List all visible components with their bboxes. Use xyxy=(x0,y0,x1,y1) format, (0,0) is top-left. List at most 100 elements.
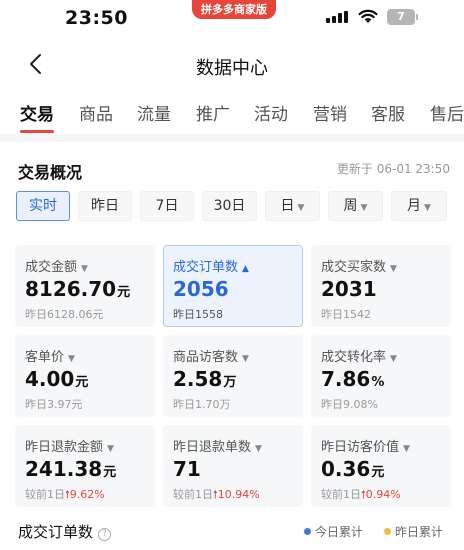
signal-icon xyxy=(326,11,348,23)
metric-sub: 较前1日🠕10.94% xyxy=(173,486,260,505)
legend-dot xyxy=(384,528,391,535)
wifi-icon xyxy=(358,9,378,23)
tab-goods[interactable]: 商品 xyxy=(79,100,113,125)
metric-label-wrap: 成交买家数 ▼ xyxy=(321,256,397,275)
metric-label-wrap: 客单价 ▼ xyxy=(25,346,75,365)
help-icon[interactable]: ? xyxy=(98,528,112,541)
chevron-down-icon: ▼ xyxy=(81,264,88,274)
metric-label: 昨日退款金额 xyxy=(25,440,104,455)
metric-sub-prefix: 较前1日 xyxy=(25,488,65,501)
tab-activity[interactable]: 活动 xyxy=(254,100,288,125)
metric-value: 71 xyxy=(173,457,201,481)
period-yesterday-label: 昨日 xyxy=(91,198,119,214)
metric-card-visitor-value[interactable]: 昨日访客价值 ▼ 0.36元 较前1日🠕0.94% xyxy=(311,425,451,507)
metric-card-conversion[interactable]: 成交转化率 ▼ 7.86% 昨日9.08% xyxy=(311,335,451,417)
metric-card-orders[interactable]: 成交订单数 ▲ 2056 昨日1558 xyxy=(163,245,303,327)
chevron-down-icon: ▼ xyxy=(68,354,75,364)
metric-sub: 昨日1.70万 xyxy=(173,398,231,411)
period-7d[interactable]: 7日 xyxy=(140,191,194,221)
metric-change: 0.94% xyxy=(365,488,401,501)
metric-sub: 昨日9.08% xyxy=(321,398,378,411)
metric-card-avg-price[interactable]: 客单价 ▼ 4.00元 昨日3.97元 xyxy=(15,335,155,417)
metric-card-buyers[interactable]: 成交买家数 ▼ 2031 昨日1542 xyxy=(311,245,451,327)
metric-label-wrap: 昨日退款单数 ▼ xyxy=(173,436,262,455)
chevron-down-icon: ▼ xyxy=(255,444,262,454)
chevron-down-icon: ▼ xyxy=(403,444,410,454)
period-30d-label: 30日 xyxy=(213,198,246,214)
metric-label: 成交买家数 xyxy=(321,260,387,275)
period-month-label: 月 xyxy=(407,198,422,214)
legend-dot xyxy=(304,528,311,535)
metric-label-wrap: 成交订单数 ▲ xyxy=(173,256,249,275)
chevron-down-icon: ▼ xyxy=(242,354,249,364)
tab-aftersale[interactable]: 售后 xyxy=(430,100,464,125)
metric-unit: 元 xyxy=(75,375,89,390)
metric-value-wrap: 7.86% xyxy=(321,367,384,391)
metric-label-wrap: 成交转化率 ▼ xyxy=(321,346,397,365)
metric-sub: 昨日3.97元 xyxy=(25,398,83,411)
metric-card-visitors[interactable]: 商品访客数 ▼ 2.58万 昨日1.70万 xyxy=(163,335,303,417)
period-day-dropdown[interactable]: 日 ▼ xyxy=(265,191,320,221)
period-yesterday[interactable]: 昨日 xyxy=(78,191,132,221)
metric-label: 成交转化率 xyxy=(321,350,387,365)
tab-marketing[interactable]: 营销 xyxy=(313,100,347,125)
metric-value-wrap: 2056 xyxy=(173,277,229,301)
page-title: 数据中心 xyxy=(196,58,268,79)
metric-sub: 较前1日🠕9.62% xyxy=(25,486,105,505)
metric-value-wrap: 0.36元 xyxy=(321,457,384,481)
metric-value-wrap: 4.00元 xyxy=(25,367,88,391)
metric-sub: 昨日1542 xyxy=(321,308,371,321)
period-month-dropdown[interactable]: 月 ▼ xyxy=(391,191,447,221)
chevron-down-icon: ▼ xyxy=(390,264,397,274)
chevron-down-icon: ▼ xyxy=(107,444,114,454)
tab-active-indicator xyxy=(20,130,54,133)
metric-sub-prefix: 较前1日 xyxy=(173,488,213,501)
metric-unit: 万 xyxy=(223,375,237,390)
period-7d-label: 7日 xyxy=(155,198,179,214)
chevron-down-icon: ▼ xyxy=(297,203,305,213)
metric-label-wrap: 昨日退款金额 ▼ xyxy=(25,436,114,455)
metric-label: 客单价 xyxy=(25,350,65,365)
metric-value: 2031 xyxy=(321,277,377,301)
period-30d[interactable]: 30日 xyxy=(202,191,257,221)
period-week-dropdown[interactable]: 周 ▼ xyxy=(328,191,383,221)
metric-label: 昨日访客价值 xyxy=(321,440,400,455)
chevron-down-icon: ▼ xyxy=(360,203,368,213)
metric-value: 241.38 xyxy=(25,457,103,481)
metric-label: 商品访客数 xyxy=(173,350,239,365)
tab-service[interactable]: 客服 xyxy=(371,100,405,125)
metric-value-wrap: 8126.70元 xyxy=(25,277,130,301)
tab-traffic[interactable]: 流量 xyxy=(137,100,171,125)
legend-label: 今日累计 xyxy=(315,525,364,539)
metric-value-wrap: 2.58万 xyxy=(173,367,236,391)
orders-chart-title-text: 成交订单数 xyxy=(18,523,94,541)
metric-unit: 元 xyxy=(371,465,385,480)
battery-icon: 7 xyxy=(387,9,418,25)
tab-trade[interactable]: 交易 xyxy=(20,100,54,125)
metric-value: 7.86 xyxy=(321,367,371,391)
legend-yesterday: 昨日累计 xyxy=(384,523,443,540)
metric-label-wrap: 成交金额 ▼ xyxy=(25,256,88,275)
metric-sub-prefix: 较前1日 xyxy=(321,488,361,501)
metric-card-refund-orders[interactable]: 昨日退款单数 ▼ 71 较前1日🠕10.94% xyxy=(163,425,303,507)
metric-card-gmv[interactable]: 成交金额 ▼ 8126.70元 昨日6128.06元 xyxy=(15,245,155,327)
navbar: 数据中心 xyxy=(0,38,464,92)
chevron-up-icon: ▲ xyxy=(242,264,249,274)
metric-label: 昨日退款单数 xyxy=(173,440,252,455)
legend-today: 今日累计 xyxy=(304,523,363,540)
chevron-down-icon: ▼ xyxy=(390,354,397,364)
trade-overview-panel: 交易概况 更新于 06-01 23:50 实时 昨日 7日 30日 日 ▼ 周 ▼ … xyxy=(0,142,464,550)
metric-value: 2056 xyxy=(173,277,229,301)
metric-sub: 昨日1558 xyxy=(173,308,223,321)
legend-label: 昨日累计 xyxy=(395,525,444,539)
tab-promotion[interactable]: 推广 xyxy=(196,100,230,125)
status-time: 23:50 xyxy=(65,7,128,29)
app-pill: 拼多多商家版 xyxy=(192,0,276,19)
metric-value: 8126.70 xyxy=(25,277,117,301)
metric-card-refund-amount[interactable]: 昨日退款金额 ▼ 241.38元 较前1日🠕9.62% xyxy=(15,425,155,507)
status-bar: 23:50 拼多多商家版 7 xyxy=(0,0,464,38)
metric-sub: 昨日6128.06元 xyxy=(25,308,104,321)
metric-label-wrap: 昨日访客价值 ▼ xyxy=(321,436,410,455)
period-realtime[interactable]: 实时 xyxy=(16,191,70,221)
period-realtime-label: 实时 xyxy=(29,198,57,214)
